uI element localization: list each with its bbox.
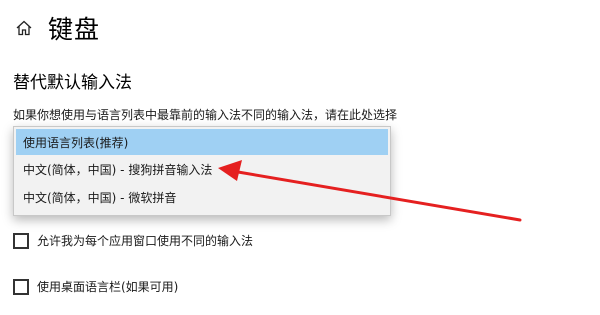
option-label: 中文(简体，中国) - 搜狗拼音输入法 — [23, 162, 213, 177]
checkbox-label: 允许我为每个应用窗口使用不同的输入法 — [37, 234, 254, 248]
dropdown-option-use-language-list[interactable]: 使用语言列表(推荐) — [16, 129, 388, 155]
option-label: 使用语言列表(推荐) — [23, 135, 129, 150]
checkbox-per-app-input[interactable] — [13, 232, 29, 249]
dropdown-option-microsoft-pinyin[interactable]: 中文(简体，中国) - 微软拼音 — [14, 183, 390, 211]
section-description: 如果你想使用与语言列表中最靠前的输入法不同的输入法，请在此处选择 — [13, 108, 398, 122]
input-method-dropdown[interactable]: 使用语言列表(推荐) 中文(简体，中国) - 搜狗拼音输入法 中文(简体，中国)… — [13, 126, 391, 216]
checkbox-desktop-language-bar[interactable] — [13, 278, 29, 295]
checkbox-row-per-app-input[interactable]: 允许我为每个应用窗口使用不同的输入法 — [13, 232, 253, 249]
option-label: 中文(简体，中国) - 微软拼音 — [23, 190, 177, 205]
section-title: 替代默认输入法 — [13, 73, 132, 93]
dropdown-option-sogou-pinyin[interactable]: 中文(简体，中国) - 搜狗拼音输入法 — [14, 155, 390, 183]
page-title: 键盘 — [48, 15, 101, 44]
checkbox-label: 使用桌面语言栏(如果可用) — [37, 280, 179, 294]
checkbox-row-desktop-language-bar[interactable]: 使用桌面语言栏(如果可用) — [13, 278, 178, 295]
home-button[interactable] — [10, 14, 38, 42]
page-header: 键盘 — [10, 12, 100, 44]
home-icon — [16, 20, 32, 36]
